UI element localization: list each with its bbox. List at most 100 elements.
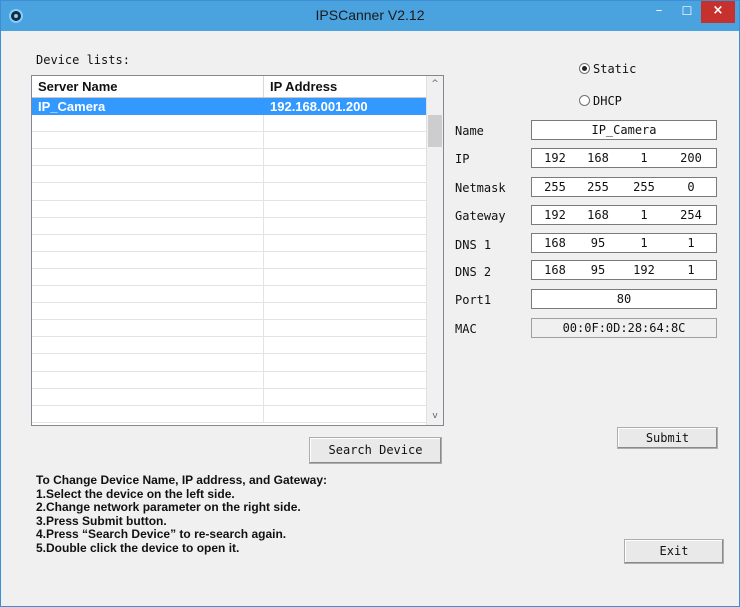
name-field[interactable]: IP_Camera xyxy=(531,120,717,140)
instruction-line: 5.Double click the device to open it. xyxy=(36,540,240,555)
device-row[interactable]: IP_Camera 192.168.001.200 xyxy=(32,98,428,116)
device-list-header: Server Name IP Address xyxy=(32,76,428,98)
empty-row[interactable] xyxy=(32,166,428,184)
device-ip-address: 192.168.001.200 xyxy=(270,99,368,114)
empty-row[interactable] xyxy=(32,405,428,423)
dns1-octet-2[interactable]: 95 xyxy=(579,234,617,252)
dns1-label: DNS 1 xyxy=(455,238,492,252)
gateway-octet-1[interactable]: 192 xyxy=(536,206,574,224)
ip-field[interactable]: 192 168 1 200 xyxy=(531,148,717,168)
column-divider xyxy=(263,234,264,251)
dns1-field[interactable]: 168 95 1 1 xyxy=(531,233,717,253)
empty-row[interactable] xyxy=(32,388,428,406)
dns1-octet-1[interactable]: 168 xyxy=(536,234,574,252)
search-device-button[interactable]: Search Device xyxy=(309,437,442,464)
gateway-octet-4[interactable]: 254 xyxy=(672,206,710,224)
port1-field[interactable]: 80 xyxy=(531,289,717,309)
empty-row[interactable] xyxy=(32,183,428,201)
instruction-line: 4.Press “Search Device” to re-search aga… xyxy=(36,527,287,542)
column-divider xyxy=(263,183,264,200)
device-lists-label: Device lists: xyxy=(36,53,130,67)
empty-row[interactable] xyxy=(32,149,428,167)
static-radio-label: Static xyxy=(593,62,637,76)
empty-row[interactable] xyxy=(32,371,428,389)
column-header-ip-address[interactable]: IP Address xyxy=(264,76,428,97)
empty-row[interactable] xyxy=(32,268,428,287)
empty-row[interactable] xyxy=(32,115,428,133)
name-label: Name xyxy=(455,124,484,138)
column-divider xyxy=(263,132,264,149)
column-divider xyxy=(263,354,264,371)
scroll-up-arrow-icon[interactable]: ^ xyxy=(427,76,443,93)
dns2-field[interactable]: 168 95 192 1 xyxy=(531,260,717,280)
column-divider xyxy=(263,286,264,303)
dhcp-radio-label: DHCP xyxy=(593,94,622,108)
instruction-line: 1.Select the device on the left side. xyxy=(36,486,235,501)
column-divider xyxy=(263,251,264,268)
ip-octet-1[interactable]: 192 xyxy=(536,149,574,167)
instruction-line: 2.Change network parameter on the right … xyxy=(36,500,301,515)
column-divider xyxy=(263,303,264,320)
netmask-octet-2[interactable]: 255 xyxy=(579,178,617,196)
device-list-scrollbar[interactable]: ^ v xyxy=(426,76,443,425)
empty-row[interactable] xyxy=(32,286,428,304)
dns2-octet-3[interactable]: 192 xyxy=(625,261,663,279)
dns2-label: DNS 2 xyxy=(455,265,492,279)
submit-button[interactable]: Submit xyxy=(617,427,718,449)
column-divider xyxy=(263,388,264,405)
empty-row[interactable] xyxy=(32,320,428,338)
netmask-octet-4[interactable]: 0 xyxy=(672,178,710,196)
column-divider xyxy=(263,149,264,166)
column-header-server-name[interactable]: Server Name xyxy=(32,76,264,97)
netmask-octet-3[interactable]: 255 xyxy=(625,178,663,196)
title-bar[interactable]: IPSCanner V2.12 – ☐ × xyxy=(1,1,739,31)
dns1-octet-4[interactable]: 1 xyxy=(672,234,710,252)
maximize-button[interactable]: ☐ xyxy=(674,1,700,23)
column-divider xyxy=(263,217,264,234)
column-divider xyxy=(263,115,264,132)
scroll-down-arrow-icon[interactable]: v xyxy=(427,408,443,425)
gateway-octet-2[interactable]: 168 xyxy=(579,206,617,224)
ip-octet-4[interactable]: 200 xyxy=(672,149,710,167)
netmask-field[interactable]: 255 255 255 0 xyxy=(531,177,717,197)
column-divider xyxy=(263,371,264,388)
device-list[interactable]: Server Name IP Address IP_Camera 192.168.… xyxy=(31,75,444,426)
dns2-octet-4[interactable]: 1 xyxy=(672,261,710,279)
empty-row[interactable] xyxy=(32,337,428,355)
ip-label: IP xyxy=(455,152,470,166)
app-window: IPSCanner V2.12 – ☐ × Device lists: Serv… xyxy=(0,0,740,607)
dns1-octet-3[interactable]: 1 xyxy=(625,234,663,252)
column-divider xyxy=(263,320,264,337)
dns2-octet-1[interactable]: 168 xyxy=(536,261,574,279)
radio-unchecked-icon xyxy=(579,95,590,106)
instructions: To Change Device Name, IP address, and G… xyxy=(36,473,327,556)
empty-row[interactable] xyxy=(32,217,428,235)
close-button[interactable]: × xyxy=(701,1,735,23)
ip-octet-3[interactable]: 1 xyxy=(625,149,663,167)
window-title: IPSCanner V2.12 xyxy=(315,7,425,23)
empty-row[interactable] xyxy=(32,354,428,372)
empty-row[interactable] xyxy=(32,234,428,252)
empty-row[interactable] xyxy=(32,200,428,218)
gateway-octet-3[interactable]: 1 xyxy=(625,206,663,224)
device-server-name: IP_Camera xyxy=(38,99,106,114)
dns2-octet-2[interactable]: 95 xyxy=(579,261,617,279)
exit-button[interactable]: Exit xyxy=(624,539,724,564)
netmask-octet-1[interactable]: 255 xyxy=(536,178,574,196)
minimize-button[interactable]: – xyxy=(646,1,672,23)
instruction-line: To Change Device Name, IP address, and G… xyxy=(36,473,327,487)
port1-label: Port1 xyxy=(455,293,492,307)
empty-row[interactable] xyxy=(32,303,428,321)
gateway-field[interactable]: 192 168 1 254 xyxy=(531,205,717,225)
column-divider xyxy=(263,405,264,422)
empty-row[interactable] xyxy=(32,251,428,269)
ip-octet-2[interactable]: 168 xyxy=(579,149,617,167)
mac-field: 00:0F:0D:28:64:8C xyxy=(531,318,717,338)
instruction-line: 3.Press Submit button. xyxy=(36,513,167,528)
column-divider xyxy=(263,166,264,183)
empty-row[interactable] xyxy=(32,132,428,150)
scroll-thumb[interactable] xyxy=(428,115,442,147)
radio-checked-icon xyxy=(579,63,590,74)
device-list-rows: IP_Camera 192.168.001.200 xyxy=(32,98,428,423)
column-divider xyxy=(263,337,264,354)
